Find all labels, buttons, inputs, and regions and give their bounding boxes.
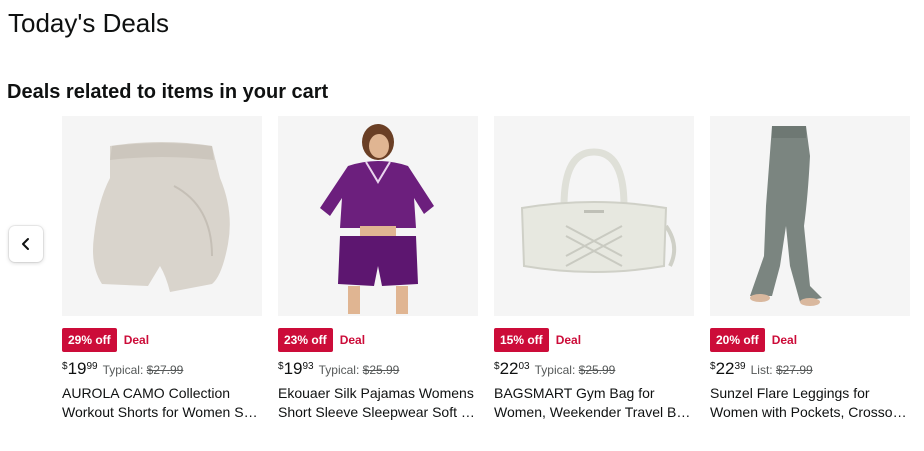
typical-price: Typical: $25.99 — [535, 363, 616, 377]
discount-badge: 23% off — [278, 328, 333, 352]
discount-badge: 20% off — [710, 328, 765, 352]
product-title-line1[interactable]: BAGSMART Gym Bag for — [494, 384, 694, 403]
price: $ 19 99 Typical: $27.99 — [62, 359, 183, 379]
product-title[interactable]: Sunzel Flare Leggings for Women with Poc… — [710, 384, 910, 422]
price-fraction: 03 — [518, 361, 530, 372]
product-title[interactable]: BAGSMART Gym Bag for Women, Weekender Tr… — [494, 384, 694, 422]
price: $ 19 93 Typical: $25.99 — [278, 359, 399, 379]
product-title-line1[interactable]: Ekouaer Silk Pajamas Womens — [278, 384, 478, 403]
list-price: List: $27.99 — [751, 363, 813, 377]
product-card[interactable]: 20% off Deal $ 22 39 List: $27.99 Sunzel… — [710, 116, 910, 420]
price: $ 22 39 List: $27.99 — [710, 359, 813, 379]
typical-price-label: Typical: — [102, 363, 144, 377]
typical-price-value: $25.99 — [362, 363, 400, 377]
typical-price-label: Typical: — [318, 363, 360, 377]
product-image[interactable] — [278, 116, 478, 316]
typical-price-value: $25.99 — [578, 363, 616, 377]
price-whole: 19 — [283, 359, 303, 378]
page-title: Today's Deals — [8, 8, 170, 38]
deal-label: Deal — [555, 333, 582, 347]
chevron-left-icon — [22, 238, 29, 250]
section-title: Deals related to items in your cart — [7, 81, 329, 103]
product-image[interactable] — [710, 116, 910, 316]
price-fraction: 39 — [734, 361, 746, 372]
product-card[interactable]: 23% off Deal $ 19 93 Typical: $25.99 Eko… — [278, 116, 478, 420]
deal-label: Deal — [123, 333, 150, 347]
product-card[interactable]: 15% off Deal $ 22 03 Typical: $25.99 BAG… — [494, 116, 694, 420]
price-fraction: 93 — [302, 361, 314, 372]
discount-badge: 15% off — [494, 328, 549, 352]
product-title-line2[interactable]: Workout Shorts for Women Seamless Scrunc… — [62, 403, 262, 422]
product-title-line1[interactable]: Sunzel Flare Leggings for — [710, 384, 910, 403]
price-whole: 22 — [715, 359, 735, 378]
price: $ 22 03 Typical: $25.99 — [494, 359, 615, 379]
price-whole: 22 — [499, 359, 519, 378]
product-image[interactable] — [494, 116, 694, 316]
carousel-prev-button[interactable] — [9, 226, 43, 262]
typical-price-label: Typical: — [534, 363, 576, 377]
deal-label: Deal — [771, 333, 798, 347]
product-title[interactable]: Ekouaer Silk Pajamas Womens Short Sleeve… — [278, 384, 478, 422]
typical-price: Typical: $27.99 — [103, 363, 184, 377]
list-price-value: $27.99 — [775, 363, 813, 377]
deal-label: Deal — [339, 333, 366, 347]
product-card[interactable]: 29% off Deal $ 19 99 Typical: $27.99 AUR… — [62, 116, 262, 420]
price-whole: 19 — [67, 359, 87, 378]
product-title-line1[interactable]: AUROLA CAMO Collection — [62, 384, 262, 403]
product-title[interactable]: AUROLA CAMO Collection Workout Shorts fo… — [62, 384, 262, 422]
price-fraction: 99 — [86, 361, 98, 372]
product-title-line2[interactable]: Short Sleeve Sleepwear Soft Satin Button — [278, 403, 478, 422]
list-price-label: List: — [750, 363, 773, 377]
typical-price: Typical: $25.99 — [319, 363, 400, 377]
discount-badge: 29% off — [62, 328, 117, 352]
typical-price-value: $27.99 — [146, 363, 184, 377]
product-image[interactable] — [62, 116, 262, 316]
product-title-line2[interactable]: Women with Pockets, Crossover High Waist… — [710, 403, 910, 422]
product-title-line2[interactable]: Women, Weekender Travel Bag Carry On — [494, 403, 694, 422]
